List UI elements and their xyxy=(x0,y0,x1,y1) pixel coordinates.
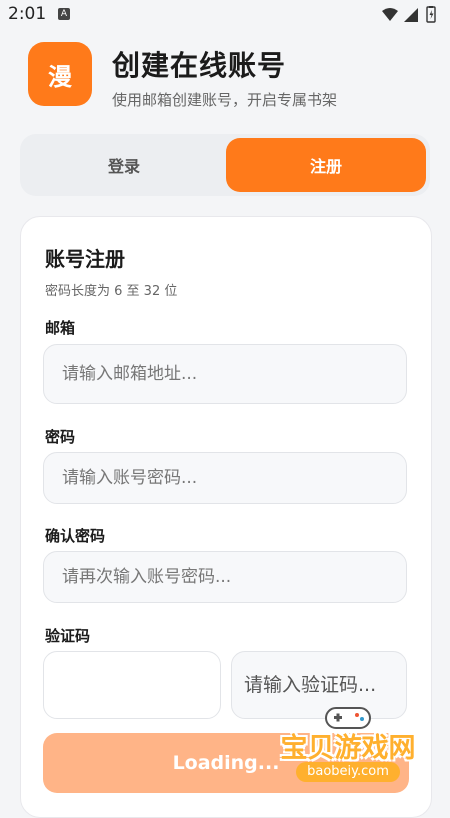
tab-login[interactable]: 登录 xyxy=(24,138,224,192)
password-hint: 密码长度为 6 至 32 位 xyxy=(45,284,178,299)
watermark-url: baobeiy.com xyxy=(296,762,400,782)
auth-tabs: 登录 注册 xyxy=(20,134,430,196)
notification-icon: A xyxy=(58,8,70,20)
password-label: 密码 xyxy=(45,428,76,446)
battery-icon xyxy=(426,6,436,23)
email-field[interactable] xyxy=(43,344,407,404)
password-field[interactable] xyxy=(43,452,407,504)
captcha-image[interactable] xyxy=(43,651,221,719)
status-icons xyxy=(380,6,440,24)
page-subtitle: 使用邮箱创建账号，开启专属书架 xyxy=(112,91,338,109)
signal-icon xyxy=(404,8,418,22)
app-logo: 漫 xyxy=(28,42,92,106)
page-title: 创建在线账号 xyxy=(112,49,287,82)
wifi-icon xyxy=(382,8,398,21)
confirm-password-label: 确认密码 xyxy=(45,527,106,545)
tab-register[interactable]: 注册 xyxy=(226,138,426,192)
status-time: 2:01 xyxy=(8,4,47,24)
captcha-label: 验证码 xyxy=(45,627,91,645)
watermark-text: 宝贝游戏网 xyxy=(280,733,416,764)
status-bar: 2:01 A xyxy=(0,0,450,30)
site-watermark: 宝贝游戏网 baobeiy.com xyxy=(276,700,420,790)
email-label: 邮箱 xyxy=(45,319,76,337)
header: 漫 创建在线账号 使用邮箱创建账号，开启专属书架 xyxy=(0,30,450,130)
confirm-password-field[interactable] xyxy=(43,551,407,603)
form-title: 账号注册 xyxy=(45,247,125,271)
